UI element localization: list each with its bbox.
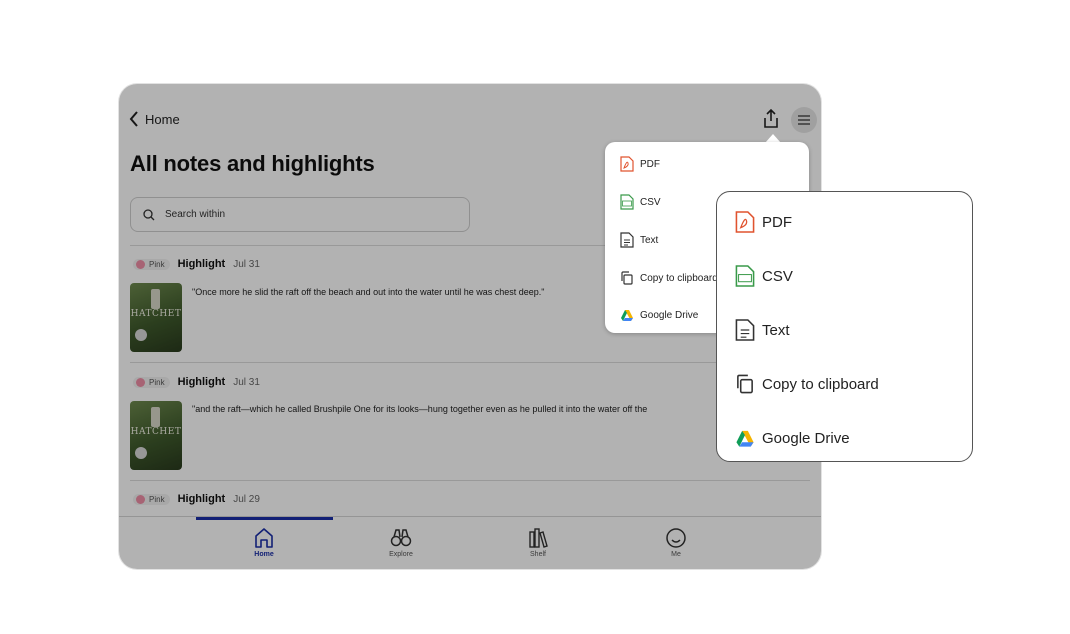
google-drive-icon <box>736 430 754 447</box>
csv-file-icon <box>620 194 634 210</box>
copy-icon <box>621 271 633 285</box>
export-copy[interactable]: Copy to clipboard <box>620 270 718 286</box>
export-pdf[interactable]: PDF <box>735 210 792 234</box>
copy-icon <box>737 374 753 394</box>
text-file-icon <box>620 232 634 248</box>
pdf-file-icon <box>735 211 755 233</box>
export-text[interactable]: Text <box>735 318 790 342</box>
google-drive-icon <box>621 310 633 321</box>
export-copy[interactable]: Copy to clipboard <box>735 372 879 396</box>
export-text[interactable]: Text <box>620 232 658 248</box>
text-file-icon <box>735 319 755 341</box>
pdf-file-icon <box>620 156 634 172</box>
export-csv[interactable]: CSV <box>620 194 661 210</box>
export-google-drive[interactable]: Google Drive <box>620 307 698 323</box>
export-pdf[interactable]: PDF <box>620 156 660 172</box>
export-menu-zoomed: PDF CSV Text Copy to clipboard Google Dr… <box>716 191 973 462</box>
csv-file-icon <box>735 265 755 287</box>
export-google-drive[interactable]: Google Drive <box>735 426 850 450</box>
export-csv[interactable]: CSV <box>735 264 793 288</box>
